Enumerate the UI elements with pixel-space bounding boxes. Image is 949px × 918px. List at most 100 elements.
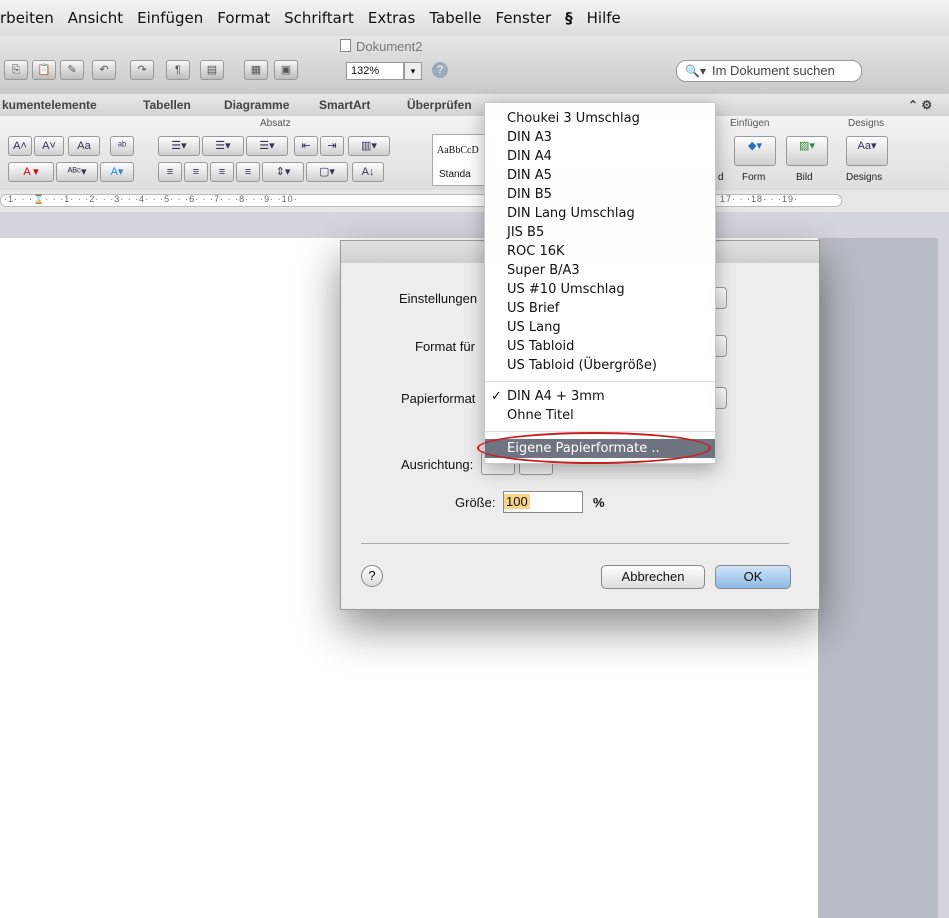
vertical-scrollbar[interactable] (818, 238, 938, 918)
menu-format[interactable]: Format (217, 9, 270, 27)
menu-item-roc-16k[interactable]: ROC 16K (485, 242, 715, 261)
sidebar-icon[interactable]: ▤ (200, 60, 224, 80)
align-right-icon[interactable]: ≡ (210, 162, 234, 182)
menu-separator (485, 381, 715, 382)
shape-icon[interactable]: ◆▾ (734, 136, 776, 166)
menu-schriftart[interactable]: Schriftart (284, 9, 354, 27)
tab-tabellen[interactable]: Tabellen (143, 98, 191, 112)
menu-item-us-brief[interactable]: US Brief (485, 299, 715, 318)
clear-format-icon[interactable]: ᵃᵇ (110, 136, 134, 156)
align-center-icon[interactable]: ≡ (184, 162, 208, 182)
menu-item-super-b-a3[interactable]: Super B/A3 (485, 261, 715, 280)
group-label-einfuegen: Einfügen (730, 118, 770, 129)
settings-label: Einstellungen (399, 291, 478, 306)
menu-separator (485, 431, 715, 432)
menu-item-din-b5[interactable]: DIN B5 (485, 185, 715, 204)
group-label-designs: Designs (848, 118, 885, 129)
ribbon-tabs: kumentelemente Tabellen Diagramme SmartA… (0, 94, 949, 117)
paste-icon[interactable]: 📋 (32, 60, 56, 80)
format-for-label: Format für (415, 339, 475, 354)
orientation-label: Ausrichtung: (401, 457, 474, 472)
paper-size-menu: Choukei 3 Umschlag DIN A3 DIN A4 DIN A5 … (484, 102, 716, 464)
change-case-icon[interactable]: Aa (68, 136, 100, 156)
menu-item-din-a4-3mm[interactable]: ✓ DIN A4 + 3mm (485, 387, 715, 406)
undo-icon[interactable]: ↶ (92, 60, 116, 80)
toolbox-icon[interactable]: ▣ (274, 60, 298, 80)
line-spacing-icon[interactable]: ⇕▾ (262, 162, 304, 182)
document-icon (340, 39, 351, 52)
menu-item-din-a5[interactable]: DIN A5 (485, 166, 715, 185)
menu-bearbeiten[interactable]: rbeiten (0, 9, 54, 27)
columns-icon[interactable]: ▥▾ (348, 136, 390, 156)
collapse-ribbon-icon[interactable]: ⌃ ⚙ (908, 98, 932, 112)
tab-smartart[interactable]: SmartArt (319, 98, 370, 112)
multilevel-icon[interactable]: ☰▾ (246, 136, 288, 156)
ok-button[interactable]: OK (715, 565, 791, 589)
toolbar: Dokument2 ⎘ 📋 ✎ ↶ ↷ ¶ ▤ ▦ ▣ 132% ▾ ? 🔍▾ I… (0, 36, 949, 95)
borders-icon[interactable]: ▢▾ (306, 162, 348, 182)
dialog-help-button[interactable]: ? (361, 565, 383, 587)
font-color-icon[interactable]: A ▾ (8, 162, 54, 182)
zoom-field[interactable]: 132% (346, 62, 404, 80)
indent-icon[interactable]: ⇥ (320, 136, 344, 156)
cancel-button[interactable]: Abbrechen (601, 565, 705, 589)
themes-icon[interactable]: Aa▾ (846, 136, 888, 166)
shrink-font-icon[interactable]: A˅ (34, 136, 64, 156)
menu-einfuegen[interactable]: Einfügen (137, 9, 203, 27)
ruler-numbers-right: 17· · ·18· · ·19· (720, 194, 799, 204)
menu-item-choukei3[interactable]: Choukei 3 Umschlag (485, 109, 715, 128)
pilcrow-icon[interactable]: ¶ (166, 60, 190, 80)
btn-form-label[interactable]: Form (742, 172, 765, 183)
menu-hilfe[interactable]: Hilfe (587, 9, 621, 27)
bullets-icon[interactable]: ☰▾ (158, 136, 200, 156)
scale-unit: % (593, 495, 605, 510)
menu-item-din-a3[interactable]: DIN A3 (485, 128, 715, 147)
ribbon: Absatz Einfügen Designs A˄ A˅ Aa ᵃᵇ A ▾ … (0, 116, 949, 191)
gallery-icon[interactable]: ▦ (244, 60, 268, 80)
format-painter-icon[interactable]: ✎ (60, 60, 84, 80)
script-menu-icon[interactable]: § (565, 9, 573, 27)
menu-item-us-10[interactable]: US #10 Umschlag (485, 280, 715, 299)
menu-item-din-a4[interactable]: DIN A4 (485, 147, 715, 166)
menu-item-jis-b5[interactable]: JIS B5 (485, 223, 715, 242)
highlight-icon[interactable]: ᴬᴮᶜ▾ (56, 162, 98, 182)
help-icon[interactable]: ? (432, 62, 448, 78)
search-icon: 🔍▾ (685, 64, 706, 78)
text-effects-icon[interactable]: A▾ (100, 162, 134, 182)
tab-ueberpruefen[interactable]: Überprüfen (407, 98, 472, 112)
menu-fenster[interactable]: Fenster (496, 9, 552, 27)
menu-item-us-lang[interactable]: US Lang (485, 318, 715, 337)
size-label: Größe: (455, 495, 496, 510)
group-label-absatz: Absatz (260, 118, 291, 129)
menu-item-ohne-titel[interactable]: Ohne Titel (485, 406, 715, 425)
copy-icon[interactable]: ⎘ (4, 60, 28, 80)
partial-label: d (718, 172, 724, 183)
menu-extras[interactable]: Extras (368, 9, 415, 27)
menu-ansicht[interactable]: Ansicht (68, 9, 123, 27)
sort-icon[interactable]: A↓ (352, 162, 384, 182)
btn-designs-label[interactable]: Designs (846, 172, 882, 183)
justify-icon[interactable]: ≡ (236, 162, 260, 182)
btn-bild-label[interactable]: Bild (796, 172, 813, 183)
outdent-icon[interactable]: ⇤ (294, 136, 318, 156)
menu-item-din-lang[interactable]: DIN Lang Umschlag (485, 204, 715, 223)
numbering-icon[interactable]: ☰▾ (202, 136, 244, 156)
ruler-numbers-left: ·1· · ·⌛· · ·1· · ·2· · ·3· · ·4· · ·5· … (4, 194, 298, 204)
ruler[interactable]: ·1· · ·⌛· · ·1· · ·2· · ·3· · ·4· · ·5· … (0, 190, 949, 213)
grow-font-icon[interactable]: A˄ (8, 136, 32, 156)
picture-icon[interactable]: ▨▾ (786, 136, 828, 166)
dialog-divider (361, 543, 789, 544)
menu-item-us-tabloid[interactable]: US Tabloid (485, 337, 715, 356)
align-left-icon[interactable]: ≡ (158, 162, 182, 182)
menu-item-us-tabloid-oversize[interactable]: US Tabloid (Übergröße) (485, 356, 715, 375)
tab-diagramme[interactable]: Diagramme (224, 98, 289, 112)
menu-tabelle[interactable]: Tabelle (429, 9, 481, 27)
tab-dokumentelemente[interactable]: kumentelemente (2, 98, 97, 112)
search-field[interactable]: 🔍▾ Im Dokument suchen (676, 60, 862, 82)
redo-icon[interactable]: ↷ (130, 60, 154, 80)
menu-item-custom-paper-sizes[interactable]: Eigene Papierformate .. (485, 439, 715, 458)
style-preview[interactable]: AaBbCcD Standa (432, 134, 490, 186)
zoom-dropdown-icon[interactable]: ▾ (404, 62, 422, 80)
scale-input[interactable]: 100 (503, 491, 583, 513)
window-title: Dokument2 (340, 39, 422, 54)
